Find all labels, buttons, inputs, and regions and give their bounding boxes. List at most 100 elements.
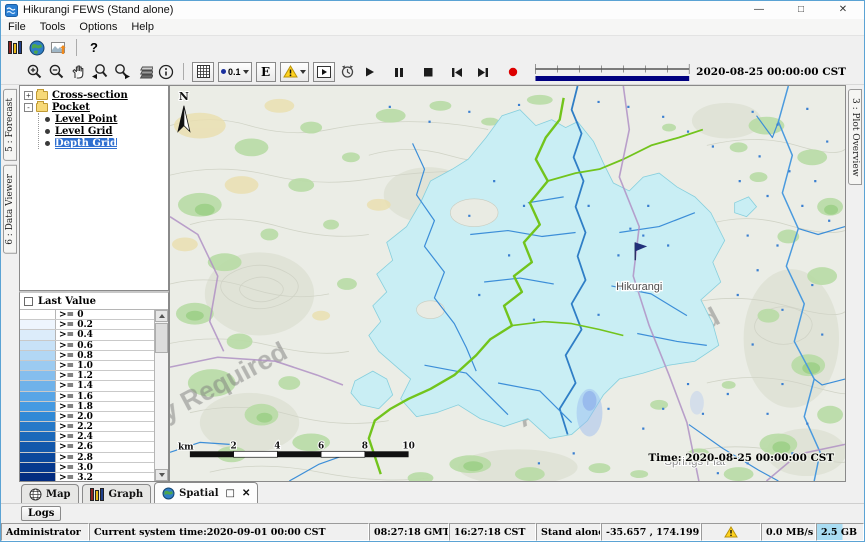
- tab-spatial[interactable]: Spatial □ ✕: [154, 482, 258, 503]
- legend-row[interactable]: >= 3.2: [20, 473, 154, 481]
- map-display-button[interactable]: [27, 38, 47, 57]
- legend-swatch: [20, 310, 56, 319]
- labels-toggle-button[interactable]: E: [256, 62, 276, 82]
- svg-text:N: N: [179, 90, 189, 103]
- app-logo-icon: [5, 4, 18, 17]
- status-memory: 2.5 GB: [816, 523, 864, 541]
- step-back-button[interactable]: [447, 62, 467, 81]
- legend-swatch: [20, 412, 56, 421]
- clock-reset-icon: [339, 63, 356, 80]
- status-warning[interactable]: [701, 523, 761, 541]
- stop-icon: [422, 66, 434, 78]
- legend-row[interactable]: >= 3.0: [20, 463, 154, 473]
- zoom-out-button[interactable]: [46, 62, 66, 81]
- legend-row[interactable]: >= 0.8: [20, 351, 154, 361]
- timeline-slider[interactable]: [534, 61, 691, 83]
- menu-bar: File Tools Options Help: [1, 19, 864, 36]
- legend-row[interactable]: >= 2.6: [20, 442, 154, 452]
- legend-swatch: [20, 392, 56, 401]
- tree-node-label: Pocket: [52, 102, 90, 113]
- menu-file[interactable]: File: [1, 21, 33, 33]
- tab-close-icon[interactable]: ✕: [242, 488, 250, 499]
- app-window: Hikurangi FEWS (Stand alone) — □ ✕ File …: [0, 0, 865, 542]
- layers-icon: [135, 64, 153, 80]
- svg-text:10: 10: [402, 441, 414, 451]
- zoom-in-button[interactable]: [24, 62, 44, 81]
- tab-maximize-icon[interactable]: □: [226, 488, 235, 499]
- status-transfer-rate: 0.0 MB/s: [761, 523, 816, 541]
- step-forward-button[interactable]: [474, 62, 494, 81]
- legend-row[interactable]: >= 0.4: [20, 330, 154, 340]
- zoom-previous-button[interactable]: [90, 62, 110, 81]
- legend-row[interactable]: >= 1.6: [20, 392, 154, 402]
- toolbar-separator: [76, 39, 77, 56]
- legend-row[interactable]: >= 2.4: [20, 432, 154, 442]
- pause-button[interactable]: [389, 62, 409, 81]
- menu-help[interactable]: Help: [124, 21, 161, 33]
- tab-graph[interactable]: Graph: [82, 484, 152, 503]
- collapse-toggle[interactable]: -: [24, 103, 33, 112]
- layers-button[interactable]: [134, 62, 154, 81]
- legend-row[interactable]: >= 1.8: [20, 402, 154, 412]
- record-button[interactable]: [503, 62, 523, 81]
- warnings-dropdown-button[interactable]: [280, 62, 309, 82]
- menu-tools[interactable]: Tools: [33, 21, 73, 33]
- pan-button[interactable]: [68, 62, 88, 81]
- warning-triangle-icon: [283, 65, 298, 78]
- scroll-down-arrow[interactable]: [155, 469, 168, 481]
- stop-button[interactable]: [418, 62, 438, 81]
- legend-row[interactable]: >= 0.2: [20, 320, 154, 330]
- database-explorer-button[interactable]: [5, 38, 25, 57]
- title-bar: Hikurangi FEWS (Stand alone) — □ ✕: [1, 1, 864, 19]
- maximize-button[interactable]: □: [780, 1, 822, 19]
- grid-display-button[interactable]: [192, 62, 214, 82]
- tree-node-cross-section[interactable]: + Cross-section: [24, 89, 168, 101]
- tab-map[interactable]: Map: [21, 484, 79, 503]
- menu-options[interactable]: Options: [72, 21, 124, 33]
- tab-plot-overview[interactable]: 3 : Plot Overview: [848, 89, 862, 185]
- logs-row: Logs: [1, 504, 864, 523]
- pan-hand-icon: [70, 63, 87, 80]
- map-canvas[interactable]: API Key Required API Key Required: [169, 85, 846, 482]
- close-button[interactable]: ✕: [822, 1, 864, 19]
- filters-tree[interactable]: + Cross-section - Pocket Level Point Lev…: [19, 85, 169, 291]
- info-icon: [158, 64, 174, 80]
- tree-leaf-level-grid[interactable]: Level Grid: [41, 125, 168, 137]
- toolbar-separator: [183, 63, 184, 80]
- scroll-up-arrow[interactable]: [155, 310, 168, 322]
- tree-leaf-depth-grid-selected[interactable]: Depth Grid: [41, 137, 168, 149]
- legend-row[interactable]: >= 1.2: [20, 371, 154, 381]
- tree-node-pocket[interactable]: - Pocket: [24, 101, 168, 113]
- data-bars-icon: [8, 41, 23, 54]
- zoom-in-icon: [26, 63, 43, 80]
- export-image-button[interactable]: [49, 38, 69, 57]
- tab-data-viewer[interactable]: 6 : Data Viewer: [3, 165, 17, 254]
- last-value-checkbox[interactable]: [24, 297, 33, 306]
- legend-row[interactable]: >= 0: [20, 310, 154, 320]
- status-coordinates: -35.657 , 174.199: [601, 523, 701, 541]
- timeline-span-bar: [535, 76, 689, 81]
- legend-row[interactable]: >= 2.0: [20, 412, 154, 422]
- reset-time-button[interactable]: [338, 62, 358, 81]
- legend-row[interactable]: >= 1.4: [20, 381, 154, 391]
- legend-scrollbar[interactable]: [155, 310, 168, 481]
- legend-row[interactable]: >= 2.2: [20, 422, 154, 432]
- help-button[interactable]: ?: [84, 38, 104, 57]
- window-title: Hikurangi FEWS (Stand alone): [23, 4, 173, 16]
- map-svg: API Key Required API Key Required: [170, 86, 845, 481]
- scroll-thumb[interactable]: [155, 323, 168, 353]
- svg-text:2: 2: [231, 441, 237, 451]
- legend-row[interactable]: >= 0.6: [20, 341, 154, 351]
- animation-export-button[interactable]: [313, 62, 335, 82]
- play-button[interactable]: [360, 62, 380, 81]
- minimize-button[interactable]: —: [738, 1, 780, 19]
- legend-row[interactable]: >= 2.8: [20, 453, 154, 463]
- scale-threshold-dropdown[interactable]: 0.1: [218, 62, 252, 82]
- tree-leaf-level-point[interactable]: Level Point: [41, 113, 168, 125]
- tab-forecast[interactable]: 5 : Forecast: [3, 89, 17, 161]
- legend-row[interactable]: >= 1.0: [20, 361, 154, 371]
- logs-button[interactable]: Logs: [21, 506, 61, 521]
- zoom-next-button[interactable]: [112, 62, 132, 81]
- expand-toggle[interactable]: +: [24, 91, 33, 100]
- info-button[interactable]: [156, 62, 176, 81]
